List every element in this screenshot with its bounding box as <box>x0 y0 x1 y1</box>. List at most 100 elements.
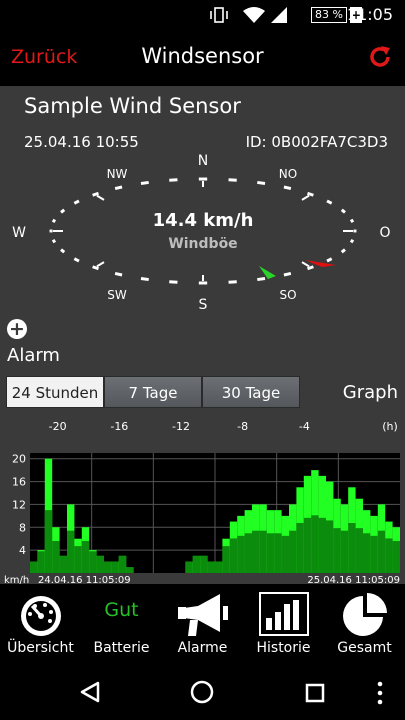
nav-label: Batterie <box>93 640 150 656</box>
compass-tick <box>257 180 266 186</box>
graph-button[interactable]: Graph <box>343 382 398 403</box>
wind-history-chart[interactable]: (h) km/h 24.04.16 11:05:09 25.04.16 11:0… <box>0 416 405 584</box>
chart-bar-mean <box>281 535 289 573</box>
chart-bar-mean <box>44 510 53 573</box>
gust-direction-arrow <box>305 260 336 267</box>
sensor-name: Sample Wind Sensor <box>24 94 241 118</box>
nav-alarme[interactable]: Alarme <box>162 584 243 664</box>
compass-tick <box>283 271 292 277</box>
chart-bar-mean <box>111 561 119 573</box>
wind-speed: 14.4 km/h <box>153 210 254 231</box>
chart-x-tick: -8 <box>237 420 248 433</box>
nav-label: Übersicht <box>7 640 74 656</box>
compass-so: SO <box>279 288 296 302</box>
chart-bar-mean <box>215 561 223 573</box>
compass-nw: NW <box>107 167 128 181</box>
compass-tick <box>114 271 123 277</box>
alarm-label: Alarm <box>7 345 60 366</box>
compass-tick <box>51 218 57 224</box>
nav-gesamt[interactable]: Gesamt <box>324 584 405 664</box>
compass-tick <box>340 208 346 214</box>
tab-7d[interactable]: 7 Tage <box>104 376 202 408</box>
compass-major-tick <box>96 261 105 268</box>
pie-chart-icon <box>342 593 387 636</box>
chart-bar-mean <box>377 530 386 573</box>
chart-bar-mean <box>67 530 75 573</box>
chart-bar-mean <box>185 561 193 573</box>
tab-24h[interactable]: 24 Stunden <box>6 376 104 408</box>
chart-bar-mean <box>37 551 45 573</box>
compass-tick <box>257 276 266 282</box>
compass-tick <box>283 185 292 191</box>
chart-y-unit: km/h <box>4 575 29 584</box>
compass-sw: SW <box>107 288 127 302</box>
nav-label: Gesamt <box>337 640 392 656</box>
more-options-icon[interactable] <box>375 680 385 706</box>
chart-bar-mean <box>392 541 400 573</box>
status-bar: 83 % + 11:05 <box>0 0 405 30</box>
compass-ticks <box>49 177 357 285</box>
refresh-icon[interactable] <box>367 44 393 70</box>
compass-o: O <box>379 225 390 241</box>
chart-bar-mean <box>222 546 230 573</box>
chart-bar-mean <box>274 533 282 573</box>
wind-speed-caption: Windböe <box>168 236 237 252</box>
wifi-icon <box>243 7 265 23</box>
gauge-icon <box>20 596 61 636</box>
compass-major-tick <box>301 194 310 201</box>
chart-bar-mean <box>363 533 371 573</box>
add-alarm-button[interactable]: + <box>7 319 27 339</box>
chart-bar-mean <box>385 538 393 573</box>
nav-batterie[interactable]: Gut Batterie <box>81 584 162 664</box>
chart-bar-mean <box>126 567 134 573</box>
back-nav-icon[interactable] <box>78 680 102 704</box>
compass-n: N <box>198 153 208 169</box>
compass-tick <box>169 178 178 182</box>
recents-icon[interactable] <box>304 682 326 704</box>
chart-bar-mean <box>318 517 326 573</box>
battery-level: 83 % <box>311 7 347 23</box>
chart-bar-mean <box>237 535 245 573</box>
home-icon[interactable] <box>190 680 214 704</box>
nav-historie[interactable]: Historie <box>243 584 324 664</box>
page-title: Windsensor <box>141 44 264 68</box>
wind-compass: N NO O SO S SW W NW 14.4 km/h Windböe <box>12 153 390 313</box>
chart-bar-mean <box>303 517 312 573</box>
chart-y-tick: 20 <box>12 453 26 466</box>
compass-tick <box>349 238 355 244</box>
nav-uebersicht[interactable]: Übersicht <box>0 584 81 664</box>
bottom-navigation: Übersicht Gut Batterie Alarme Historie G… <box>0 584 405 664</box>
compass-tick <box>73 257 80 263</box>
battery-status: Gut <box>104 599 139 621</box>
compass-no: NO <box>279 167 297 181</box>
chart-bar-mean <box>289 530 297 573</box>
compass-tick <box>169 280 178 284</box>
megaphone-icon <box>177 594 228 636</box>
nav-label: Alarme <box>177 640 228 656</box>
compass-tick <box>349 218 355 224</box>
chart-bar-mean <box>326 520 334 573</box>
chart-y-tick: 12 <box>12 498 26 511</box>
chart-bar-mean <box>89 551 97 573</box>
chart-bar-mean <box>74 546 82 573</box>
clock: 11:05 <box>346 5 393 24</box>
compass-tick <box>228 178 237 182</box>
compass-tick <box>60 248 66 254</box>
compass-major-tick <box>96 194 105 201</box>
compass-s: S <box>199 297 208 313</box>
tab-30d[interactable]: 30 Tage <box>202 376 300 408</box>
compass-tick <box>60 208 66 214</box>
chart-y-tick: 16 <box>12 476 26 489</box>
chart-bar-mean <box>266 533 275 573</box>
compass-major-tick <box>301 261 310 268</box>
system-navigation <box>0 664 405 720</box>
chart-x-tick: -20 <box>49 420 67 433</box>
chart-bar-mean <box>59 555 67 573</box>
chart-bar-mean <box>244 533 252 573</box>
chart-bar-mean <box>200 555 208 573</box>
vibrate-icon <box>210 7 228 23</box>
compass-tick <box>340 248 346 254</box>
chart-bar-mean <box>348 523 356 573</box>
chart-bar-mean <box>259 530 267 573</box>
compass-tick <box>140 180 149 186</box>
